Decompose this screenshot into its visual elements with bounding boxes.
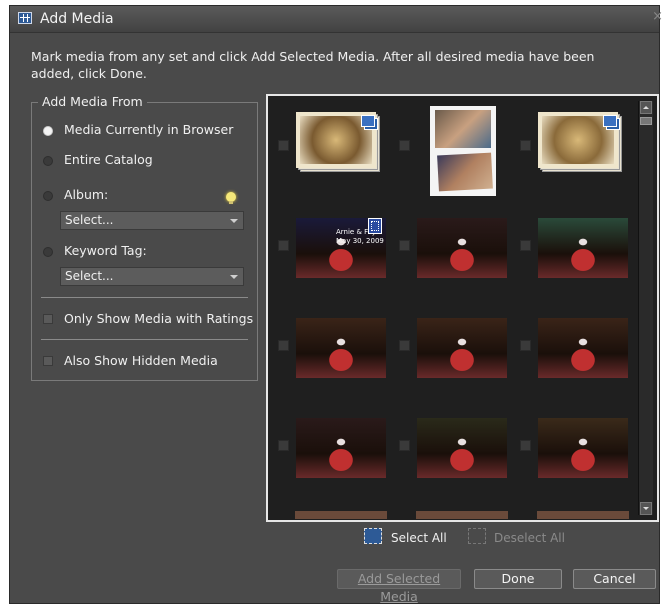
media-thumbnail[interactable] bbox=[278, 306, 388, 396]
partial-thumbnail bbox=[295, 511, 387, 519]
stack-icon bbox=[603, 115, 620, 130]
media-thumbnail[interactable] bbox=[399, 106, 509, 196]
scroll-up-button[interactable] bbox=[640, 101, 652, 114]
video-caption: May 30, 2009 bbox=[336, 237, 384, 245]
label-entire-catalog[interactable]: Entire Catalog bbox=[64, 152, 153, 167]
chevron-down-icon bbox=[230, 219, 238, 223]
app-grid-icon bbox=[18, 12, 32, 24]
thumbnail-checkbox[interactable] bbox=[399, 240, 410, 251]
media-thumbnail[interactable] bbox=[278, 106, 388, 196]
partial-thumbnail bbox=[537, 511, 629, 519]
label-album[interactable]: Album: bbox=[64, 187, 108, 202]
photo-image bbox=[437, 152, 493, 192]
lightbulb-icon bbox=[226, 192, 236, 204]
instructions-text: Mark media from any set and click Add Se… bbox=[31, 49, 595, 81]
album-select-value: Select... bbox=[65, 213, 114, 227]
divider bbox=[41, 297, 248, 298]
photo-image bbox=[538, 418, 628, 478]
media-thumbnail[interactable] bbox=[399, 406, 509, 496]
scroll-down-button[interactable] bbox=[640, 502, 652, 515]
checkbox-hidden-media[interactable] bbox=[43, 356, 53, 366]
thumbnail-checkbox[interactable] bbox=[278, 140, 289, 151]
photo-image bbox=[296, 418, 386, 478]
photo-image bbox=[538, 218, 628, 278]
label-media-in-browser[interactable]: Media Currently in Browser bbox=[64, 122, 233, 137]
media-thumbnail[interactable] bbox=[399, 206, 509, 296]
radio-entire-catalog[interactable] bbox=[43, 156, 53, 166]
radio-album[interactable] bbox=[43, 191, 53, 201]
title-bar: Add Media × bbox=[10, 6, 663, 33]
media-thumbnail[interactable] bbox=[520, 106, 630, 196]
thumbnail-checkbox[interactable] bbox=[399, 340, 410, 351]
divider bbox=[41, 339, 248, 340]
cancel-button[interactable]: Cancel bbox=[573, 569, 656, 589]
thumbnail-checkbox[interactable] bbox=[399, 140, 410, 151]
thumbnail-checkbox[interactable] bbox=[278, 240, 289, 251]
scroll-thumb[interactable] bbox=[640, 117, 652, 125]
deselect-all-button[interactable]: Deselect All bbox=[494, 531, 565, 549]
thumbnail-checkbox[interactable] bbox=[520, 240, 531, 251]
media-grid[interactable]: Arnie & Fay May 30, 2009 bbox=[266, 94, 659, 522]
label-hidden-media[interactable]: Also Show Hidden Media bbox=[64, 353, 218, 368]
media-thumbnail[interactable] bbox=[399, 306, 509, 396]
select-all-button[interactable]: Select All bbox=[391, 531, 447, 549]
partial-thumbnail bbox=[416, 511, 508, 519]
label-only-ratings[interactable]: Only Show Media with Ratings bbox=[64, 311, 253, 326]
thumbnail-checkbox[interactable] bbox=[520, 140, 531, 151]
chevron-down-icon bbox=[230, 275, 238, 279]
radio-keyword-tag[interactable] bbox=[43, 247, 53, 257]
photo-image bbox=[296, 318, 386, 378]
thumbnail-checkbox[interactable] bbox=[278, 440, 289, 451]
photo-image bbox=[417, 418, 507, 478]
checkbox-only-ratings[interactable] bbox=[43, 314, 53, 324]
photo-image bbox=[417, 318, 507, 378]
add-media-dialog: Add Media × Mark media from any set and … bbox=[9, 5, 663, 604]
deselect-all-icon[interactable] bbox=[468, 528, 486, 544]
stack-icon bbox=[361, 115, 378, 130]
group-legend: Add Media From bbox=[38, 94, 147, 109]
photo-image bbox=[538, 318, 628, 378]
media-thumbnail[interactable]: Arnie & Fay May 30, 2009 bbox=[278, 206, 388, 296]
dialog-title: Add Media bbox=[40, 11, 114, 27]
keyword-select[interactable]: Select... bbox=[60, 267, 244, 286]
close-icon[interactable]: × bbox=[652, 9, 663, 24]
label-keyword-tag[interactable]: Keyword Tag: bbox=[64, 243, 147, 258]
grid-scrollbar[interactable] bbox=[638, 101, 653, 515]
media-thumbnail[interactable] bbox=[278, 406, 388, 496]
media-thumbnail[interactable] bbox=[520, 406, 630, 496]
add-selected-media-button[interactable]: Add Selected Media bbox=[337, 569, 461, 604]
thumbnail-checkbox[interactable] bbox=[520, 440, 531, 451]
media-thumbnail[interactable] bbox=[520, 306, 630, 396]
keyword-select-value: Select... bbox=[65, 269, 114, 283]
radio-media-in-browser[interactable] bbox=[43, 126, 53, 136]
thumbnail-checkbox[interactable] bbox=[278, 340, 289, 351]
photo-image bbox=[417, 218, 507, 278]
thumbnail-checkbox[interactable] bbox=[520, 340, 531, 351]
select-all-icon[interactable] bbox=[364, 528, 382, 544]
album-select[interactable]: Select... bbox=[60, 211, 244, 230]
photo-image bbox=[435, 110, 491, 148]
done-button[interactable]: Done bbox=[474, 569, 562, 589]
video-icon bbox=[368, 218, 382, 234]
thumbnail-checkbox[interactable] bbox=[399, 440, 410, 451]
media-thumbnail[interactable] bbox=[520, 206, 630, 296]
